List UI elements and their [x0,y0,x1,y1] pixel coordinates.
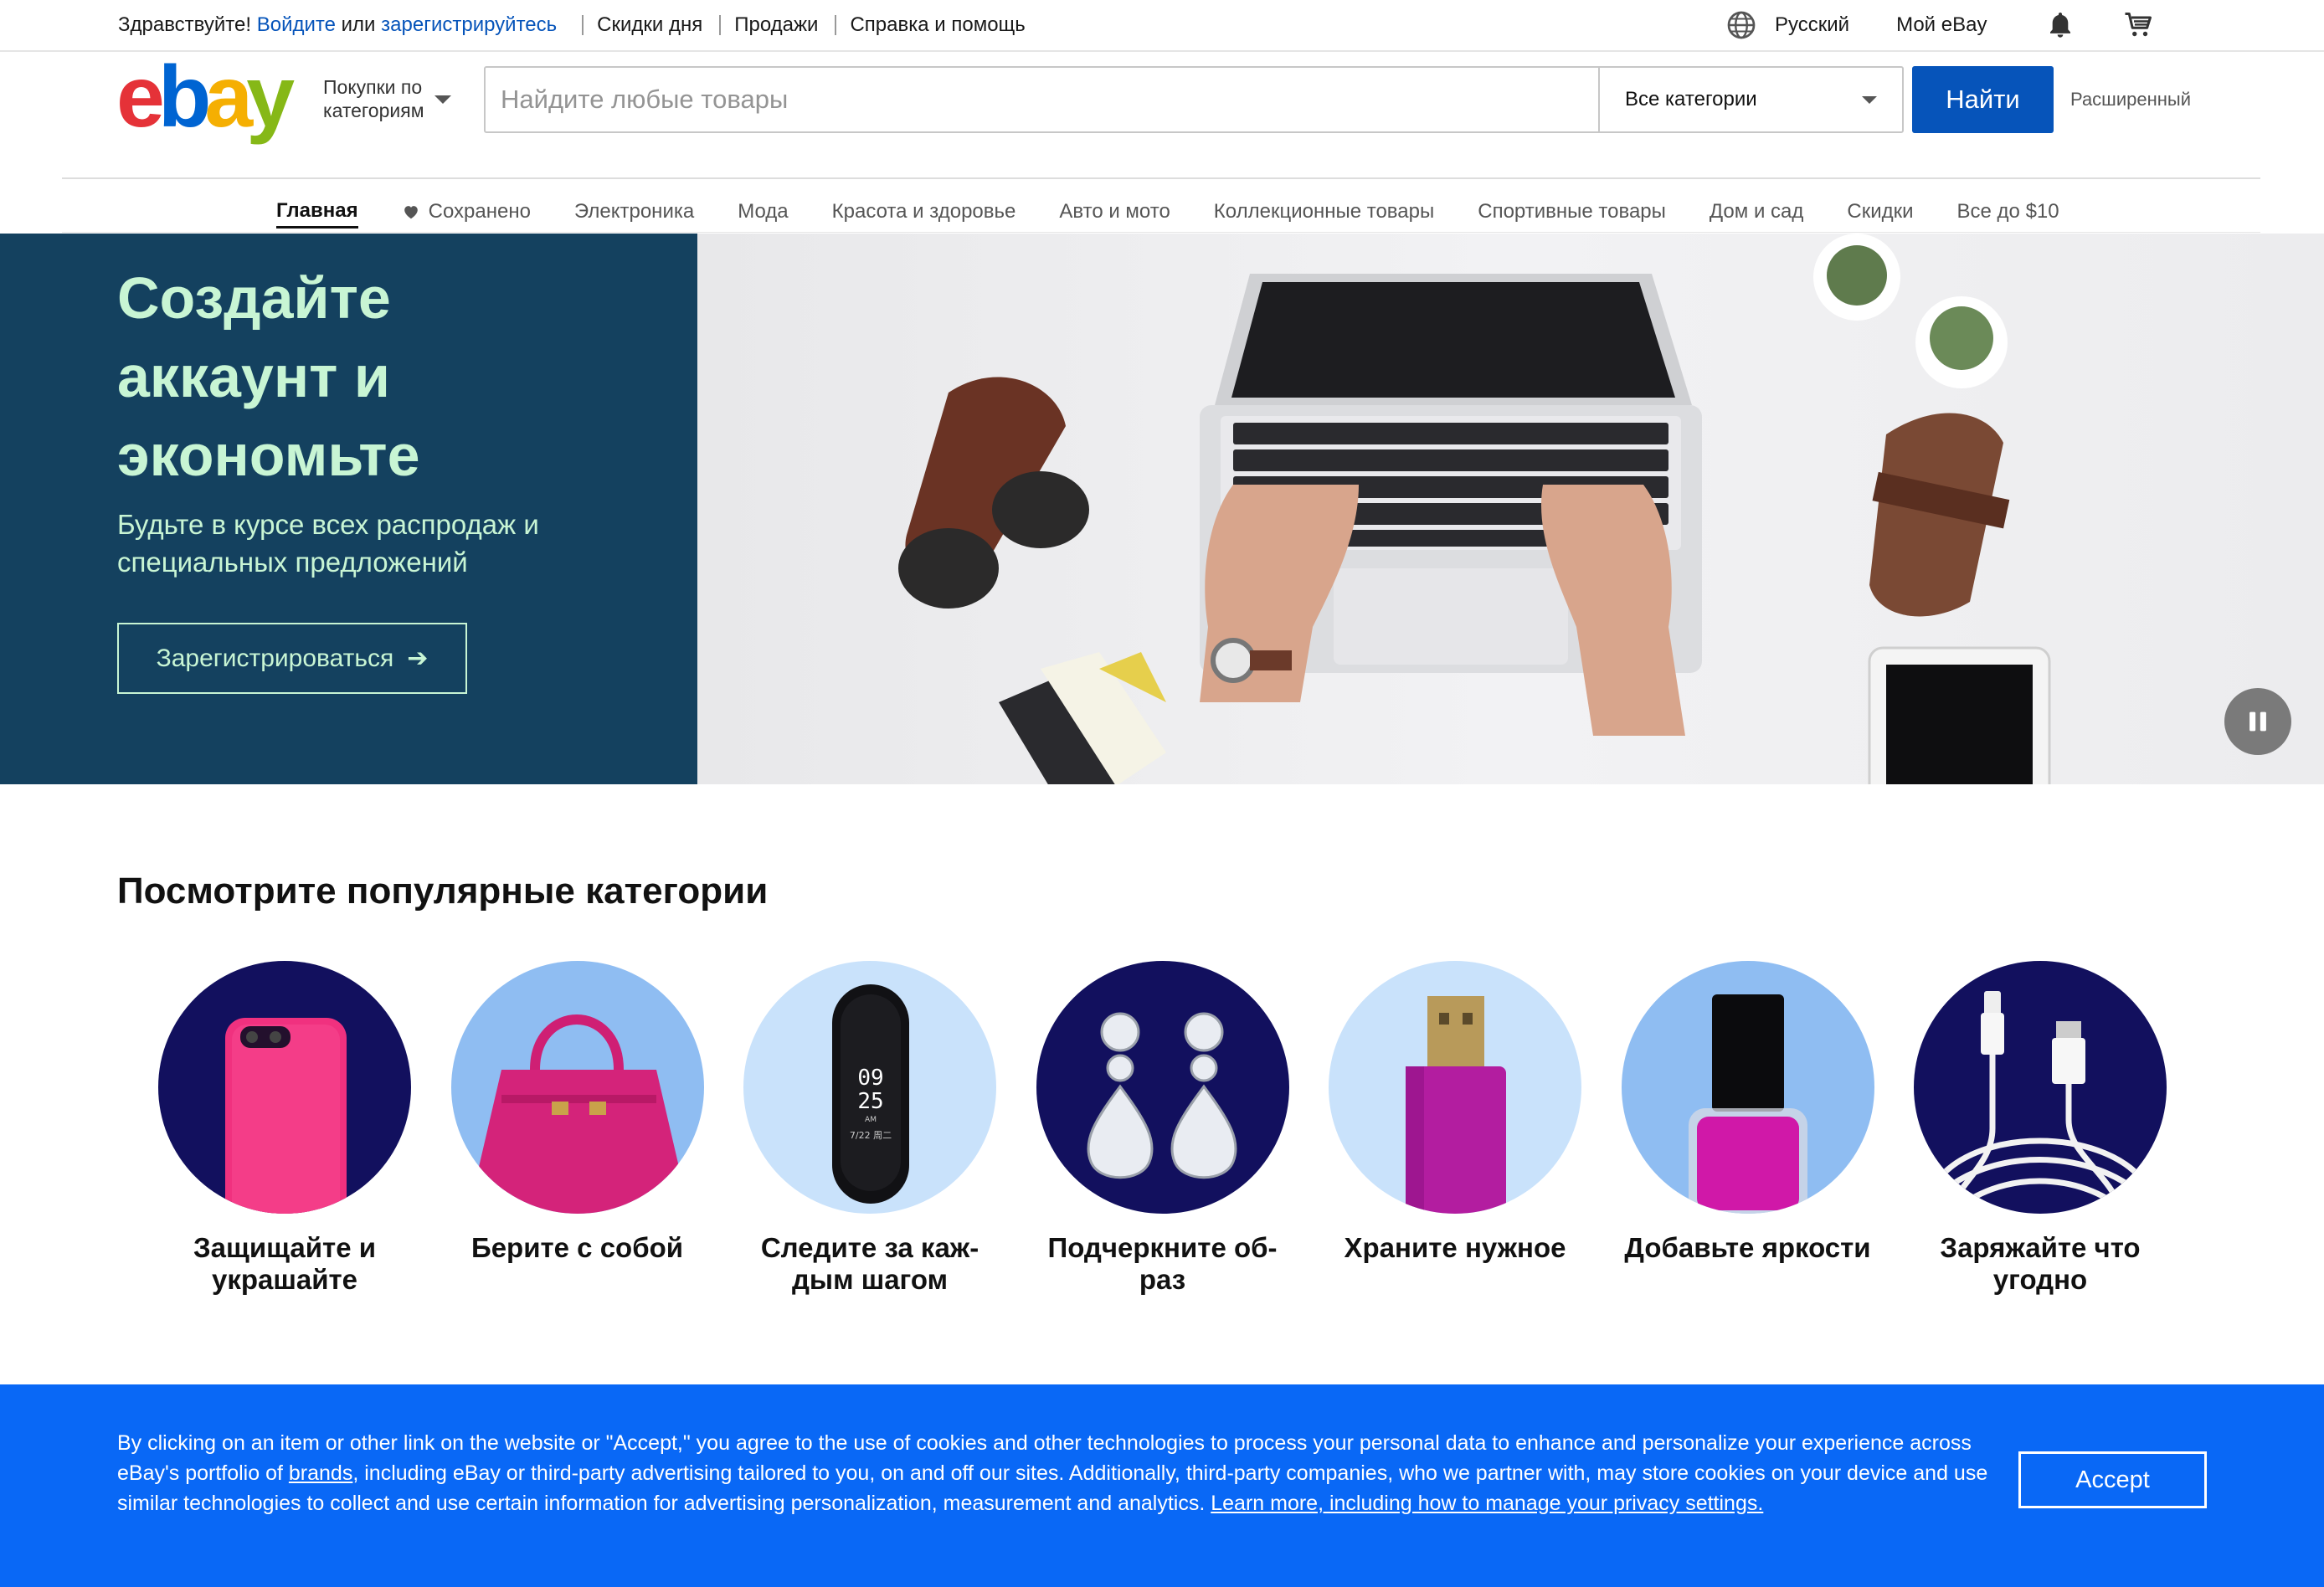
hero-banner: Создайте аккаунт и экономьте Будьте в ку… [0,234,2324,784]
category-image: 09 25 AM 7/22 周二 [743,961,996,1214]
shop-by-category-button[interactable]: Покупки по категориям [323,75,451,122]
advanced-search-link[interactable]: Расширенный [2070,89,2191,110]
privacy-settings-link[interactable]: Learn more, including how to manage your… [1211,1492,1763,1515]
category-label: Защищайте и украшайте [193,1232,376,1295]
category-label: Берите с собой [470,1232,684,1263]
globe-icon[interactable] [1726,10,1756,40]
divider [582,15,584,35]
nav-item-electronics[interactable]: Электроника [574,194,694,229]
category-image [1621,961,1874,1214]
category-label: Заряжайте что угодно [1940,1232,2141,1295]
category-card[interactable]: 09 25 AM 7/22 周二 Следите за каж-дым шаго… [743,961,996,1296]
brands-link[interactable]: brands [289,1461,352,1485]
category-image [450,961,704,1214]
category-select[interactable]: Все категории [1598,68,1902,131]
main-nav: Главная Сохранено Электроника Мода Красо… [62,177,2260,233]
bell-icon[interactable] [2045,10,2075,40]
category-image [1036,961,1289,1214]
category-card[interactable]: Берите с собой [450,961,704,1296]
category-select-value: Все категории [1625,88,1757,110]
nav-item-health-beauty[interactable]: Красота и здоровье [832,194,1016,229]
top-utility-bar: Здравствуйте! Войдите или зарегистрируйт… [0,0,2324,52]
hero-title: Создайте аккаунт и экономьте [117,265,420,488]
hero-subtitle: Будьте в курсе всех распродаж и специаль… [117,509,539,578]
or-text: или [341,13,376,36]
nav-item-home-garden[interactable]: Дом и сад [1710,194,1803,229]
category-card[interactable]: Подчеркните об-раз [1036,961,1289,1296]
tracker-date: 7/22 周二 [850,1130,892,1141]
daily-deals-link[interactable]: Скидки дня [597,13,702,37]
pause-icon [2249,711,2266,732]
cart-icon[interactable] [2124,10,2154,40]
arrow-right-icon: ➔ [407,645,429,672]
cookie-consent-banner: By clicking on an item or other link on … [0,1384,2324,1587]
category-label: Следите за каж-дым шагом [760,1232,979,1295]
category-image [158,961,411,1214]
nav-item-fashion[interactable]: Мода [738,194,788,229]
phone-case-icon [225,1018,347,1214]
accept-cookies-button[interactable]: Accept [2018,1451,2207,1508]
search-input[interactable] [486,68,1598,131]
nail-polish-icon [1688,994,1807,1214]
tracker-am: AM [865,1116,877,1124]
shop-by-label-line1: Покупки по [323,76,423,98]
laptop-desk-illustration [898,234,2051,784]
heart-icon [404,205,418,218]
category-card[interactable]: Заряжайте что угодно [1914,961,2167,1296]
divider [719,15,722,35]
chevron-down-icon [1862,95,1877,104]
nav-item-home[interactable]: Главная [276,199,358,229]
category-label: Подчеркните об-раз [1047,1232,1278,1295]
category-image [1914,961,2167,1214]
hero-image[interactable] [697,234,2324,784]
category-label: Храните нужное [1344,1232,1566,1263]
chevron-down-icon [434,95,451,104]
my-ebay-link[interactable]: Мой eBay [1896,13,1987,37]
hero-register-button[interactable]: Зарегистрироваться ➔ [117,623,467,694]
popular-categories-list: Защищайте и украшайте Берите с собой 09 … [158,961,2207,1296]
category-card[interactable]: Храните нужное [1329,961,1581,1296]
ebay-logo[interactable]: ebay [116,54,295,141]
greeting-area: Здравствуйте! Войдите или зарегистрируйт… [118,13,1026,37]
tracker-time-hour: 09 [857,1066,883,1091]
sell-link[interactable]: Продажи [734,13,818,37]
register-link[interactable]: зарегистрируйтесь [381,13,557,37]
cookie-text: By clicking on an item or other link on … [117,1431,1988,1515]
nav-item-deals[interactable]: Скидки [1847,194,1913,229]
search-button[interactable]: Найти [1912,66,2054,133]
greeting-text: Здравствуйте! [118,13,252,36]
search-bar: Все категории [484,66,1904,133]
hero-text-panel: Создайте аккаунт и экономьте Будьте в ку… [0,234,697,784]
shop-by-label-line2: категориям [323,100,424,121]
earrings-icon [1086,1012,1237,1179]
signin-link[interactable]: Войдите [257,13,336,37]
nav-item-under-10[interactable]: Все до $10 [1957,194,2059,229]
category-card[interactable]: Добавьте яркости [1621,961,1874,1296]
help-link[interactable]: Справка и помощь [850,13,1025,37]
handbag-icon [467,1014,690,1214]
fitness-tracker-icon: 09 25 AM 7/22 周二 [832,984,909,1204]
nav-item-motors[interactable]: Авто и мото [1059,194,1170,229]
category-image [1329,961,1581,1214]
usb-drive-icon [1406,996,1506,1214]
category-card[interactable]: Защищайте и украшайте [158,961,411,1296]
tracker-time-minute: 25 [857,1089,883,1114]
divider [835,15,837,35]
category-label: Добавьте яркости [1624,1232,1871,1263]
language-selector[interactable]: Русский [1775,13,1849,37]
pause-button[interactable] [2224,688,2291,755]
nav-item-sporting-goods[interactable]: Спортивные товары [1478,194,1666,229]
nav-item-collectibles[interactable]: Коллекционные товары [1214,194,1434,229]
topbar-right: Русский Мой eBay [1726,10,2154,40]
popular-categories-title: Посмотрите популярные категории [117,871,769,912]
cable-icon [1928,991,2152,1214]
nav-item-saved[interactable]: Сохранено [402,194,531,229]
